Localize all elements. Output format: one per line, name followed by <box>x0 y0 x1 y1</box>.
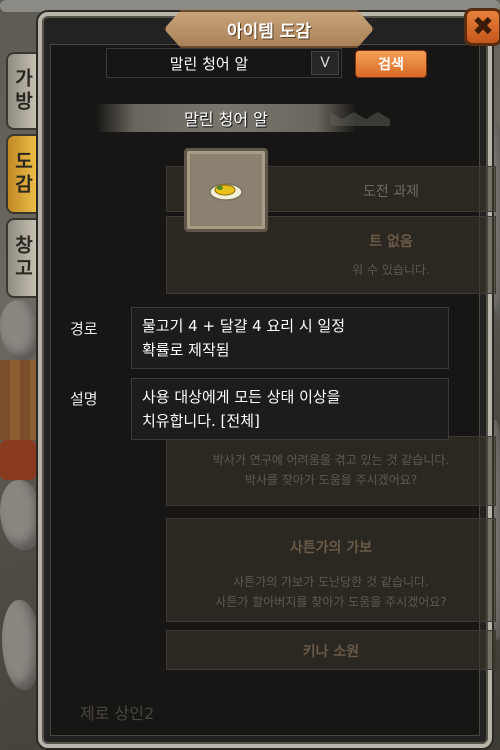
window-title: 아이템 도감 <box>226 21 312 42</box>
window-title-plate: 아이템 도감 <box>164 10 374 48</box>
route-text-line: 물고기 4 + 달걀 4 요리 시 일정 <box>142 317 346 335</box>
quest-entry: 박사가 연구에 어려움을 겪고 있는 것 같습니다. 박사를 찾아가 도움을 주… <box>166 436 496 506</box>
item-icon-frame <box>184 148 268 232</box>
barrel-decoration <box>0 440 36 480</box>
description-text-line: 치유합니다. [전체] <box>142 412 260 430</box>
dried-herring-roe-icon <box>209 183 243 201</box>
route-text-line: 확률로 제작됨 <box>142 341 230 359</box>
item-name: 말린 청어 알 <box>184 110 268 129</box>
quest-entry-text: 박사가 연구에 어려움을 겪고 있는 것 같습니다. <box>212 453 450 467</box>
quest-entry-title: 사튼가의 가보 <box>289 540 373 556</box>
quest-entry-text: 사튼가 할아버지를 찾아가 도움을 주시겠어요? <box>215 595 447 609</box>
side-tab-bag[interactable]: 가방 <box>6 52 40 130</box>
description-text-line: 사용 대상에게 모든 상태 이상을 <box>142 388 341 406</box>
rock-decoration <box>0 480 42 550</box>
close-button[interactable]: ✖ <box>464 8 500 46</box>
description-label: 설명 <box>70 390 98 408</box>
item-select-dropdown[interactable]: 말린 청어 알 V <box>106 48 342 78</box>
side-tab-storage[interactable]: 창고 <box>6 218 40 298</box>
side-tab-label: 창고 <box>11 235 34 281</box>
selected-item-value: 말린 청어 알 <box>169 54 249 73</box>
quest-entry-text: 박사를 찾아가 도움을 주시겠어요? <box>244 473 418 487</box>
search-button[interactable]: 검색 <box>355 50 427 78</box>
rock-decoration <box>0 300 40 360</box>
quest-entry: 사튼가의 가보 사튼가의 가보가 도난당한 것 같습니다. 사튼가 할아버지를 … <box>166 518 496 622</box>
side-tab-label: 도감 <box>11 151 34 197</box>
route-label: 경로 <box>70 320 98 338</box>
quest-entry-title: 키나 소원 <box>302 644 360 660</box>
quest-hint-title: 트 없음 <box>369 234 413 250</box>
side-tab-label: 가방 <box>11 68 34 114</box>
close-x-icon: ✖ <box>472 12 494 42</box>
wooden-structure <box>0 360 40 440</box>
side-tab-encyclopedia[interactable]: 도감 <box>6 134 40 214</box>
route-text-box: 물고기 4 + 달걀 4 요리 시 일정 확률로 제작됨 <box>131 307 449 369</box>
chevron-down-icon[interactable]: V <box>311 51 339 75</box>
rock-decoration <box>2 600 40 690</box>
npc-name-label: 제로 상인2 <box>80 704 155 723</box>
quest-entry: 키나 소원 <box>166 630 496 670</box>
quest-hint-text: 워 수 있습니다. <box>352 263 430 277</box>
quest-entry-text: 사튼가의 가보가 도난당한 것 같습니다. <box>233 575 429 589</box>
item-name-banner: 말린 청어 알 <box>96 104 356 132</box>
description-text-box: 사용 대상에게 모든 상태 이상을 치유합니다. [전체] <box>131 378 449 440</box>
